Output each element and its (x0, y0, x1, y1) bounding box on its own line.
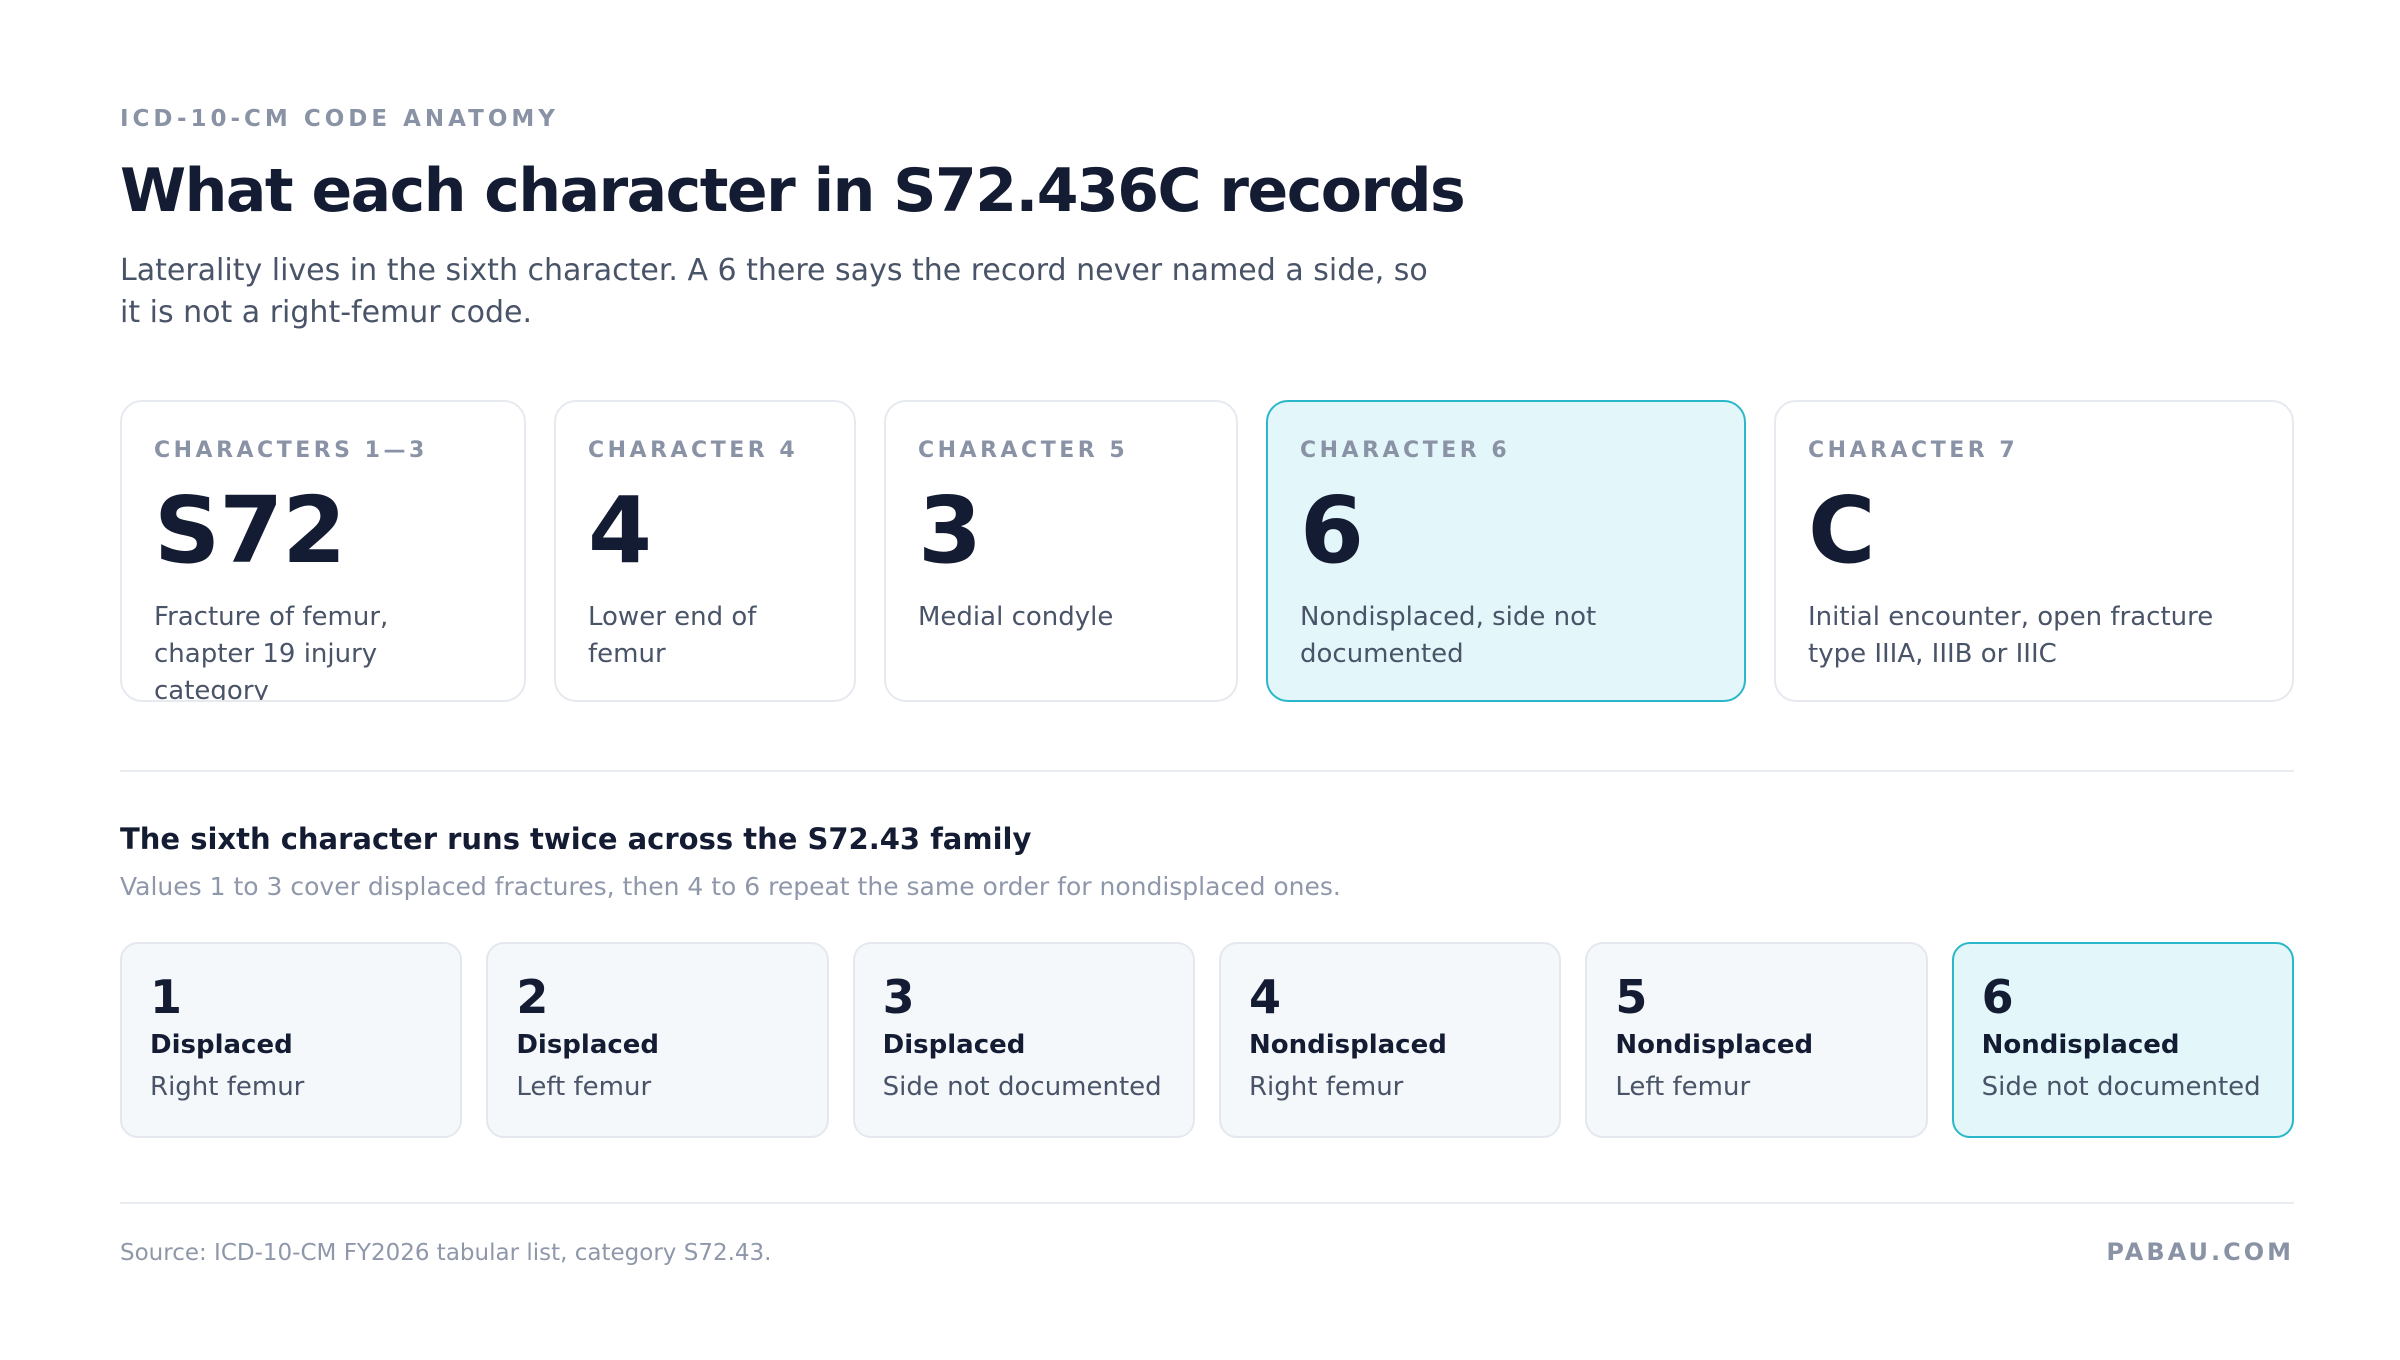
family-card-value: 6 (1981, 970, 2014, 1024)
family-card-5: 5 Nondisplaced Left femur (1585, 942, 1928, 1138)
anatomy-card-label: CHARACTERS 1—3 (154, 438, 428, 463)
family-card-side: Side not documented (1981, 1072, 2261, 1102)
anatomy-card-character: S72 (154, 477, 346, 584)
anatomy-card-label: CHARACTER 7 (1808, 438, 2019, 463)
family-card-value: 2 (516, 970, 549, 1024)
brand-label: PABAU.COM (2106, 1238, 2294, 1266)
family-card-side: Side not documented (882, 1072, 1162, 1102)
anatomy-card-label: CHARACTER 5 (918, 438, 1129, 463)
anatomy-card-description: Lower end of femur (588, 602, 757, 669)
page-title: What each character in S72.436C records (120, 156, 1466, 226)
family-section-title: The sixth character runs twice across th… (120, 822, 1032, 856)
anatomy-card-description: Initial encounter, open fracture type II… (1808, 602, 2214, 669)
source-note: Source: ICD-10-CM FY2026 tabular list, c… (120, 1240, 772, 1266)
family-card-type: Displaced (516, 1030, 660, 1060)
family-card-type: Nondisplaced (1615, 1030, 1814, 1060)
anatomy-card-label: CHARACTER 4 (588, 438, 799, 463)
anatomy-card-character-5: CHARACTER 5 3 Medial condyle (884, 400, 1238, 702)
anatomy-card-description: Fracture of femur, chapter 19 injury cat… (154, 602, 389, 702)
family-card-6: 6 Nondisplaced Side not documented (1951, 942, 2294, 1138)
family-card-side: Left femur (516, 1072, 652, 1102)
anatomy-card-character: 4 (588, 477, 652, 584)
family-card-value: 5 (1615, 970, 1648, 1024)
code-anatomy-row: CHARACTERS 1—3 S72 Fracture of femur, ch… (120, 400, 2294, 702)
family-card-side: Right femur (150, 1072, 305, 1102)
section-divider (120, 770, 2294, 772)
family-card-3: 3 Displaced Side not documented (852, 942, 1195, 1138)
anatomy-card-description: Medial condyle (918, 602, 1114, 632)
family-section-subtitle: Values 1 to 3 cover displaced fractures,… (120, 872, 1341, 901)
family-card-side: Left femur (1615, 1072, 1751, 1102)
family-card-type: Displaced (150, 1030, 293, 1060)
family-card-value: 1 (150, 970, 183, 1024)
family-card-value: 3 (882, 970, 915, 1024)
sixth-character-family-row: 1 Displaced Right femur 2 Displaced Left… (120, 942, 2294, 1138)
footer-divider (120, 1202, 2294, 1204)
page-subtitle: Laterality lives in the sixth character.… (120, 253, 1428, 330)
anatomy-card-character: 6 (1300, 477, 1364, 584)
anatomy-card-character: 3 (918, 477, 982, 584)
anatomy-card-label: CHARACTER 6 (1300, 438, 1511, 463)
family-card-type: Nondisplaced (1248, 1030, 1447, 1060)
anatomy-card-character: C (1808, 477, 1876, 584)
family-card-2: 2 Displaced Left femur (486, 942, 829, 1138)
anatomy-card-characters-1-3: CHARACTERS 1—3 S72 Fracture of femur, ch… (120, 400, 526, 702)
anatomy-card-description: Nondisplaced, side not documented (1300, 602, 1597, 669)
family-card-type: Nondisplaced (1981, 1030, 2180, 1060)
family-card-type: Displaced (882, 1030, 1026, 1060)
family-card-value: 4 (1248, 970, 1281, 1024)
family-card-1: 1 Displaced Right femur (120, 942, 463, 1138)
anatomy-card-character-4: CHARACTER 4 4 Lower end of femur (554, 400, 856, 702)
family-card-4: 4 Nondisplaced Right femur (1218, 942, 1562, 1138)
family-card-side: Right femur (1248, 1072, 1404, 1102)
eyebrow-label: ICD-10-CM CODE ANATOMY (120, 106, 559, 132)
anatomy-card-character-7: CHARACTER 7 C Initial encounter, open fr… (1774, 400, 2294, 702)
page: ICD-10-CM CODE ANATOMY What each charact… (0, 0, 2400, 1360)
anatomy-card-character-6: CHARACTER 6 6 Nondisplaced, side not doc… (1266, 400, 1746, 702)
